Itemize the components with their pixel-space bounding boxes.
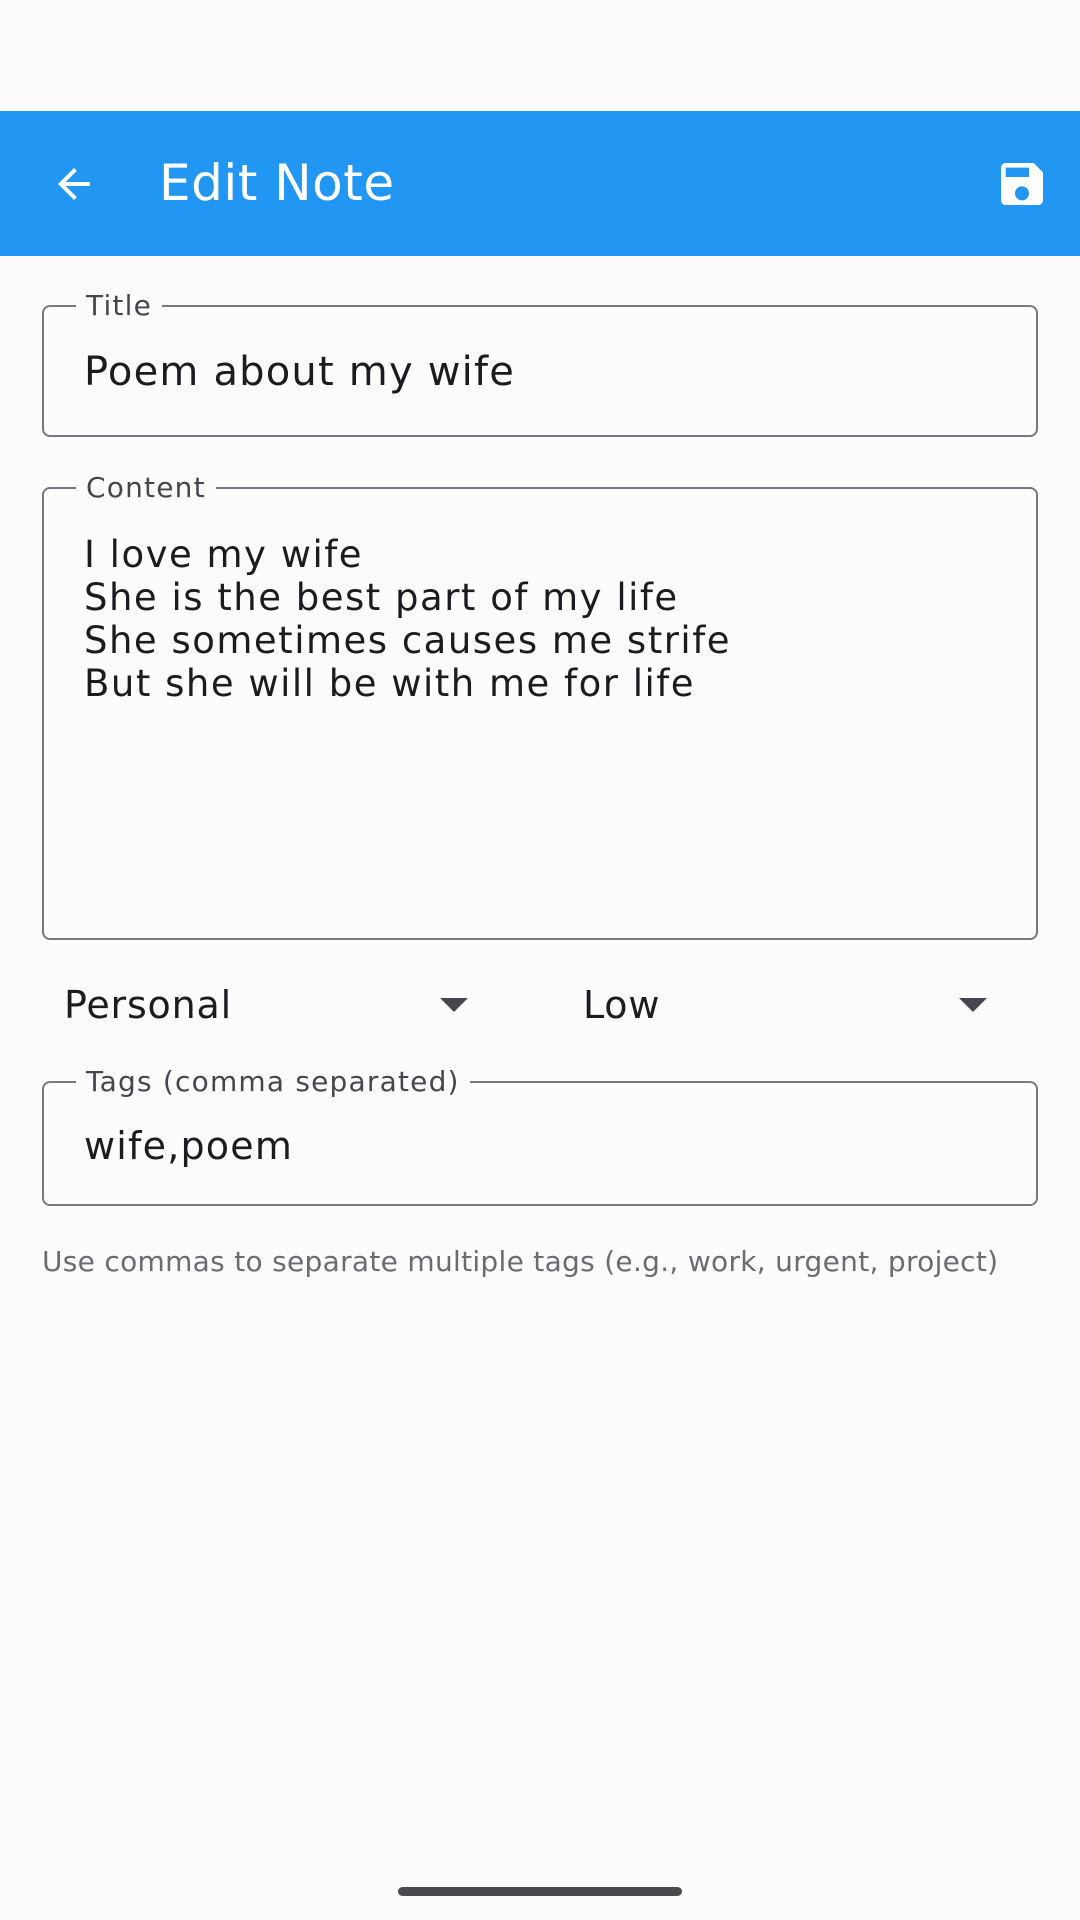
edit-note-screen: Edit Note Title Poem about my wife Conte… [0,0,1080,1920]
content-line: But she will be with me for life [84,662,696,705]
app-bar: Edit Note [0,111,1080,256]
tags-field-label: Tags (comma separated) [76,1066,470,1098]
status-bar [0,0,1080,111]
title-input[interactable]: Poem about my wife [84,347,996,397]
content-line: I love my wife [84,533,364,576]
content-line: She is the best part of my life [84,576,679,619]
content-field[interactable]: Content I love my wife She is the best p… [42,472,1038,940]
title-field[interactable]: Title Poem about my wife [42,290,1038,437]
home-indicator[interactable] [398,1887,682,1896]
priority-dropdown[interactable]: Low [561,970,987,1040]
category-dropdown-value: Personal [64,983,232,1027]
priority-dropdown-value: Low [583,983,661,1027]
content-input[interactable]: I love my wife She is the best part of m… [84,533,996,705]
dropdown-arrow-icon [440,998,468,1012]
tags-field[interactable]: Tags (comma separated) wife,poem [42,1066,1038,1206]
page-title: Edit Note [159,154,395,212]
arrow-back-icon [58,168,90,200]
title-field-label: Title [76,290,163,322]
content-line: She sometimes causes me strife [84,619,731,662]
back-button[interactable] [34,144,114,224]
category-dropdown[interactable]: Personal [42,970,468,1040]
dropdown-arrow-icon [959,998,987,1012]
save-button[interactable] [982,144,1062,224]
tags-helper-text: Use commas to separate multiple tags (e.… [42,1245,999,1278]
content-field-label: Content [76,472,216,504]
save-icon [1001,163,1043,205]
tags-input[interactable]: wife,poem [84,1121,996,1171]
